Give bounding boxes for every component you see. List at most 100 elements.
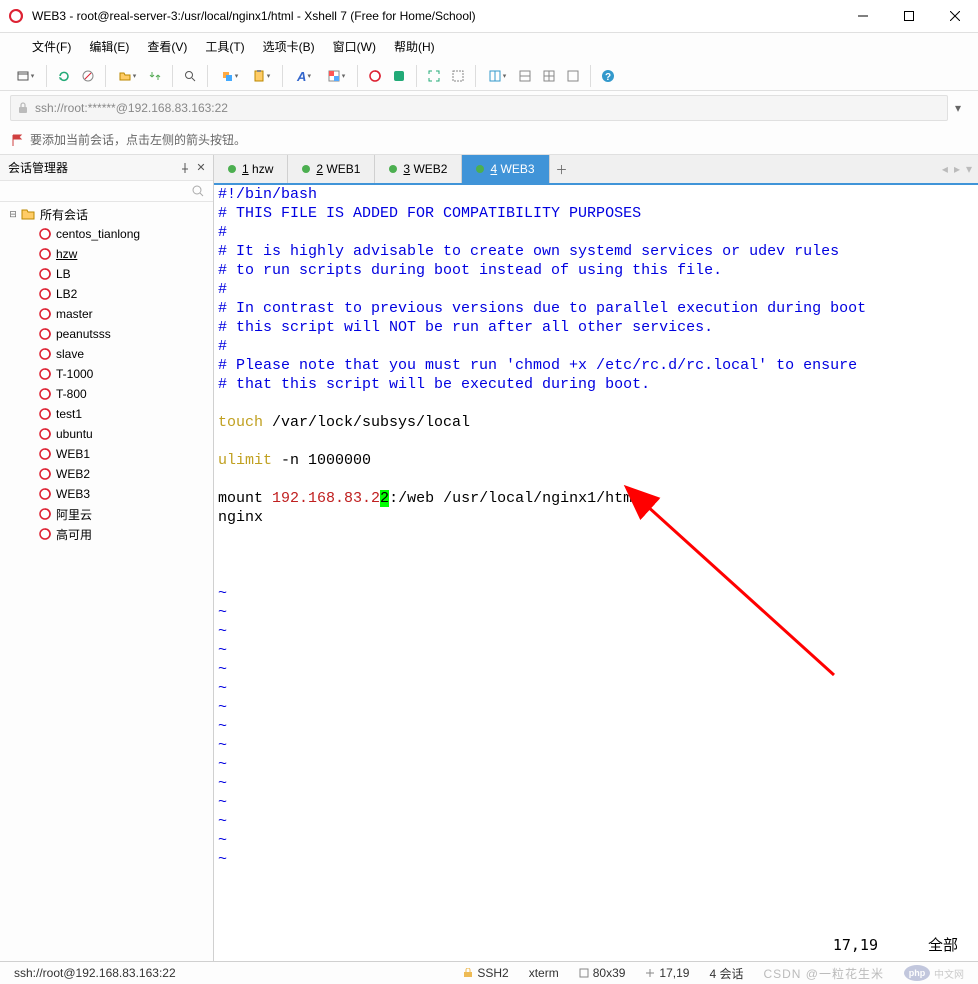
session-item[interactable]: WEB1 — [0, 444, 213, 464]
terminal-view[interactable]: #!/bin/bash# THIS FILE IS ADDED FOR COMP… — [214, 185, 978, 961]
status-pos: 17,19 — [635, 962, 699, 984]
status-connection: ssh://root@192.168.83.163:22 — [4, 962, 186, 984]
close-button[interactable] — [932, 0, 978, 32]
session-item[interactable]: ubuntu — [0, 424, 213, 444]
search-icon — [191, 184, 205, 198]
session-label: LB2 — [56, 287, 77, 301]
tree-root-label: 所有会话 — [40, 206, 88, 223]
session-label: WEB3 — [56, 487, 90, 501]
menu-bar: 文件(F)编辑(E)查看(V)工具(T)选项卡(B)窗口(W)帮助(H) — [0, 33, 978, 62]
terminal-line: # this script will NOT be run after all … — [218, 318, 974, 337]
side-panel-title: 会话管理器 — [8, 159, 177, 176]
tree-root[interactable]: ⊟ 所有会话 — [0, 204, 213, 224]
session-icon — [38, 467, 52, 481]
xftp-button[interactable] — [388, 65, 410, 87]
font-button[interactable]: A — [289, 65, 319, 87]
tab[interactable]: 2 WEB1 — [288, 155, 375, 183]
session-item[interactable]: centos_tianlong — [0, 224, 213, 244]
session-label: 高可用 — [56, 526, 92, 543]
session-item[interactable]: hzw — [0, 244, 213, 264]
layout3-button[interactable] — [538, 65, 560, 87]
open-button[interactable] — [112, 65, 142, 87]
php-watermark: php 中文网 — [894, 962, 974, 984]
color-button[interactable] — [321, 65, 351, 87]
side-pin-button[interactable] — [177, 160, 193, 176]
cursor-icon — [645, 968, 655, 978]
maximize-button[interactable] — [886, 0, 932, 32]
session-item[interactable]: WEB2 — [0, 464, 213, 484]
fullscreen-button[interactable] — [423, 65, 445, 87]
address-dropdown[interactable]: ▾ — [948, 95, 968, 121]
status-protocol: SSH2 — [453, 962, 518, 984]
session-icon — [38, 307, 52, 321]
session-item[interactable]: LB2 — [0, 284, 213, 304]
terminal-line: # It is highly advisable to create own s… — [218, 242, 974, 261]
collapse-icon[interactable]: ⊟ — [6, 209, 20, 220]
side-search-box[interactable] — [0, 181, 213, 202]
tab-menu-button[interactable]: ▾ — [966, 162, 972, 176]
session-tree: ⊟ 所有会话 centos_tianlonghzwLB LB2 master pean… — [0, 202, 213, 961]
terminal-tilde: ~ — [218, 603, 974, 622]
session-item[interactable]: LB — [0, 264, 213, 284]
toolbar-separator — [172, 65, 173, 87]
tab[interactable]: 3 WEB2 — [375, 155, 462, 183]
new-session-button[interactable] — [10, 65, 40, 87]
menu-item[interactable]: 工具(T) — [197, 35, 252, 58]
tab[interactable]: 4 WEB3 — [462, 155, 549, 183]
session-label: 阿里云 — [56, 506, 92, 523]
layout2-button[interactable] — [514, 65, 536, 87]
toolbar-separator — [207, 65, 208, 87]
paste-button[interactable] — [246, 65, 276, 87]
terminal-line: # — [218, 337, 974, 356]
menu-item[interactable]: 文件(F) — [24, 35, 79, 58]
session-item[interactable]: test1 — [0, 404, 213, 424]
session-icon — [38, 347, 52, 361]
tab-status-icon — [476, 165, 484, 173]
layout4-button[interactable] — [562, 65, 584, 87]
disconnect-button[interactable] — [77, 65, 99, 87]
menu-item[interactable]: 帮助(H) — [386, 35, 443, 58]
status-sessions: 4 会话 — [699, 962, 753, 984]
session-item[interactable]: WEB3 — [0, 484, 213, 504]
new-tab-button[interactable]: ＋ — [550, 155, 574, 183]
menu-item[interactable]: 查看(V) — [139, 35, 195, 58]
xshell-button[interactable] — [364, 65, 386, 87]
vim-scroll-label: 全部 — [928, 936, 958, 955]
terminal-line — [218, 394, 974, 413]
session-label: master — [56, 307, 93, 321]
session-item[interactable]: 阿里云 — [0, 504, 213, 524]
layout1-button[interactable] — [482, 65, 512, 87]
tab-prev-button[interactable]: ◂ — [942, 162, 948, 176]
session-item[interactable]: T-800 — [0, 384, 213, 404]
session-item[interactable]: slave — [0, 344, 213, 364]
transparent-button[interactable] — [447, 65, 469, 87]
terminal-tilde: ~ — [218, 584, 974, 603]
php-logo-icon: php — [904, 965, 930, 981]
session-item[interactable]: 高可用 — [0, 524, 213, 544]
session-item[interactable]: master — [0, 304, 213, 324]
toolbar-separator — [105, 65, 106, 87]
tab[interactable]: 1 hzw — [214, 155, 288, 183]
minimize-button[interactable] — [840, 0, 886, 32]
session-item[interactable]: peanutsss — [0, 324, 213, 344]
address-bar: ssh://root:******@192.168.83.163:22 ▾ — [0, 91, 978, 125]
session-label: test1 — [56, 407, 82, 421]
tab-label: 1 hzw — [242, 162, 273, 176]
terminal-tilde: ~ — [218, 679, 974, 698]
find-button[interactable] — [179, 65, 201, 87]
session-icon — [38, 407, 52, 421]
vim-cursor-pos: 17,19 — [833, 936, 878, 955]
reconnect-button[interactable] — [53, 65, 75, 87]
transfer-button[interactable] — [144, 65, 166, 87]
menu-item[interactable]: 选项卡(B) — [255, 35, 323, 58]
copy-button[interactable] — [214, 65, 244, 87]
address-input[interactable]: ssh://root:******@192.168.83.163:22 — [10, 95, 948, 121]
session-label: peanutsss — [56, 327, 111, 341]
tab-next-button[interactable]: ▸ — [954, 162, 960, 176]
session-icon — [38, 507, 52, 521]
menu-item[interactable]: 编辑(E) — [81, 35, 137, 58]
menu-item[interactable]: 窗口(W) — [325, 35, 384, 58]
help-button[interactable]: ? — [597, 65, 619, 87]
side-close-button[interactable]: ✕ — [193, 160, 209, 176]
session-item[interactable]: T-1000 — [0, 364, 213, 384]
